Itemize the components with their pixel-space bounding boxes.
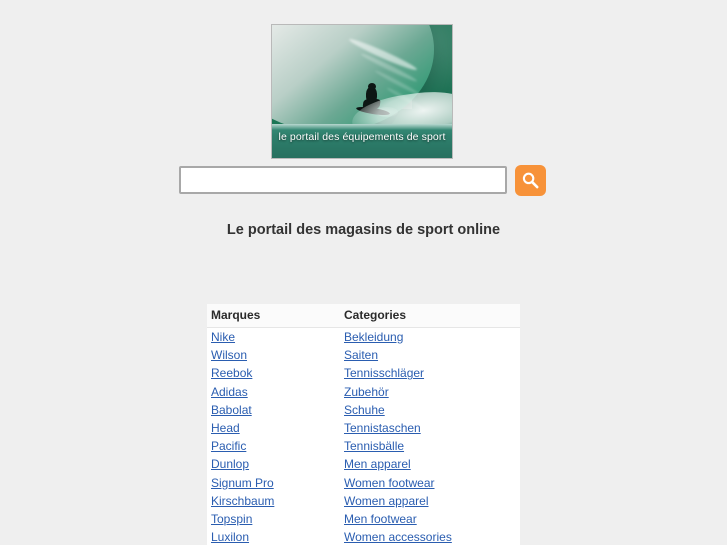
brand-link[interactable]: Reebok (211, 365, 252, 381)
table-row: Dunlop Men apparel (207, 455, 520, 474)
table-row: Reebok Tennisschläger (207, 364, 520, 383)
category-cell: Tennisschläger (340, 364, 520, 383)
brand-cell: Kirschbaum (207, 491, 340, 511)
category-link[interactable]: Tennisbälle (344, 438, 404, 454)
brand-cell: Head (207, 419, 340, 438)
brand-link[interactable]: Adidas (211, 384, 248, 400)
category-link[interactable]: Bekleidung (344, 329, 403, 345)
category-cell: Tennisbälle (340, 437, 520, 456)
table-row: Nike Bekleidung (207, 327, 520, 347)
category-cell: Schuhe (340, 400, 520, 420)
brand-link[interactable]: Luxilon (211, 529, 249, 545)
category-link[interactable]: Schuhe (344, 402, 385, 418)
brand-cell: Wilson (207, 346, 340, 365)
category-link[interactable]: Men footwear (344, 511, 417, 527)
table-row: Head Tennistaschen (207, 419, 520, 438)
column-header-categories: Categories (340, 304, 520, 328)
brand-link[interactable]: Topspin (211, 511, 252, 527)
brand-link[interactable]: Head (211, 420, 240, 436)
brand-cell: Babolat (207, 400, 340, 420)
table-row: Kirschbaum Women apparel (207, 491, 520, 511)
table-row: Wilson Saiten (207, 346, 520, 365)
brand-cell: Reebok (207, 364, 340, 383)
category-cell: Tennistaschen (340, 419, 520, 438)
brand-cell: Luxilon (207, 528, 340, 545)
table-row: Topspin Men footwear (207, 510, 520, 529)
table-row: Adidas Zubehör (207, 382, 520, 401)
brand-link[interactable]: Nike (211, 329, 235, 345)
brand-cell: Signum Pro (207, 473, 340, 492)
category-link[interactable]: Women apparel (344, 493, 429, 509)
brand-link[interactable]: Wilson (211, 347, 247, 363)
category-cell: Zubehör (340, 382, 520, 401)
category-link[interactable]: Tennisschläger (344, 365, 424, 381)
brand-link[interactable]: Babolat (211, 402, 252, 418)
brand-cell: Dunlop (207, 455, 340, 474)
category-cell: Men footwear (340, 510, 520, 529)
brand-link[interactable]: Dunlop (211, 456, 249, 472)
brand-cell: Pacific (207, 437, 340, 456)
brand-link[interactable]: Pacific (211, 438, 246, 454)
category-cell: Men apparel (340, 455, 520, 474)
table-row: Signum Pro Women footwear (207, 473, 520, 492)
table-header-row: Marques Categories (207, 304, 520, 328)
table-body: Nike Bekleidung Wilson Saiten Reebok Tennissc… (207, 327, 520, 545)
category-cell: Saiten (340, 346, 520, 365)
category-cell: Women footwear (340, 473, 520, 492)
brand-cell: Adidas (207, 382, 340, 401)
brands-categories-table: Marques Categories Nike Bekleidung Wilson S… (207, 304, 520, 545)
table-row: Babolat Schuhe (207, 400, 520, 420)
table-row: Luxilon Women accessories (207, 528, 520, 545)
category-cell: Bekleidung (340, 327, 520, 347)
category-link[interactable]: Zubehör (344, 384, 389, 400)
category-cell: Women apparel (340, 491, 520, 511)
category-link[interactable]: Women accessories (344, 529, 452, 545)
category-link[interactable]: Women footwear (344, 475, 435, 491)
brand-link[interactable]: Signum Pro (211, 475, 274, 491)
column-header-marques: Marques (207, 304, 340, 328)
table-row: Pacific Tennisbälle (207, 437, 520, 456)
brand-cell: Topspin (207, 510, 340, 529)
links-section: Marques Categories Nike Bekleidung Wilson S… (0, 0, 727, 545)
brand-cell: Nike (207, 327, 340, 347)
category-link[interactable]: Tennistaschen (344, 420, 421, 436)
category-cell: Women accessories (340, 528, 520, 545)
category-link[interactable]: Men apparel (344, 456, 411, 472)
category-link[interactable]: Saiten (344, 347, 378, 363)
brand-link[interactable]: Kirschbaum (211, 493, 274, 509)
